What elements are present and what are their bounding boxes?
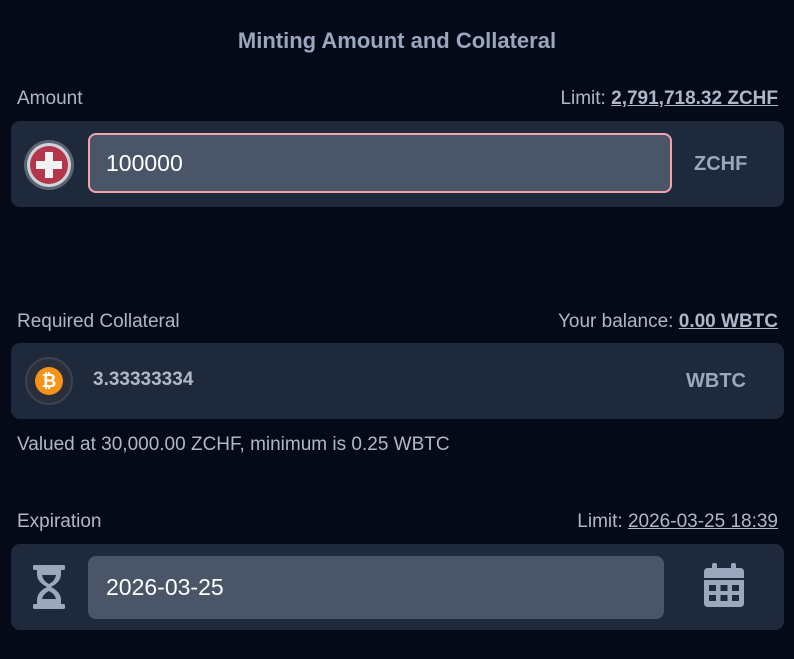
expiration-label: Expiration	[17, 511, 102, 532]
collateral-balance: Your balance: 0.00 WBTC	[558, 311, 778, 333]
collateral-balance-link[interactable]: 0.00 WBTC	[679, 311, 778, 332]
collateral-card: ₿ 3.33333334 WBTC	[11, 343, 784, 419]
minting-panel: Minting Amount and Collateral Amount Lim…	[0, 0, 794, 659]
hourglass-icon	[31, 564, 67, 615]
amount-label: Amount	[17, 88, 83, 109]
amount-limit: Limit: 2,791,718.32 ZCHF	[560, 88, 778, 110]
bitcoin-icon: ₿	[24, 356, 74, 411]
collateral-valuation-note: Valued at 30,000.00 ZCHF, minimum is 0.2…	[17, 434, 450, 455]
amount-card: ZCHF	[11, 121, 784, 207]
expiration-limit: Limit: 2026-03-25 18:39	[577, 511, 778, 533]
section-title: Minting Amount and Collateral	[237, 28, 557, 53]
collateral-balance-prefix: Your balance:	[557, 311, 674, 332]
amount-input[interactable]	[88, 133, 672, 193]
expiration-limit-link[interactable]: 2026-03-25 18:39	[628, 511, 778, 532]
svg-text:₿: ₿	[42, 371, 57, 392]
collateral-currency: WBTC	[686, 370, 746, 392]
swiss-franc-coin-icon	[23, 139, 75, 196]
amount-limit-prefix: Limit:	[560, 88, 606, 109]
amount-currency: ZCHF	[694, 153, 748, 175]
collateral-label: Required Collateral	[17, 311, 180, 332]
expiration-date-input[interactable]	[88, 556, 664, 619]
calendar-icon[interactable]	[703, 562, 745, 613]
expiration-card	[11, 544, 784, 630]
amount-limit-link[interactable]: 2,791,718.32 ZCHF	[611, 88, 778, 109]
expiration-limit-prefix: Limit:	[577, 511, 623, 532]
collateral-value: 3.33333334	[93, 369, 194, 390]
